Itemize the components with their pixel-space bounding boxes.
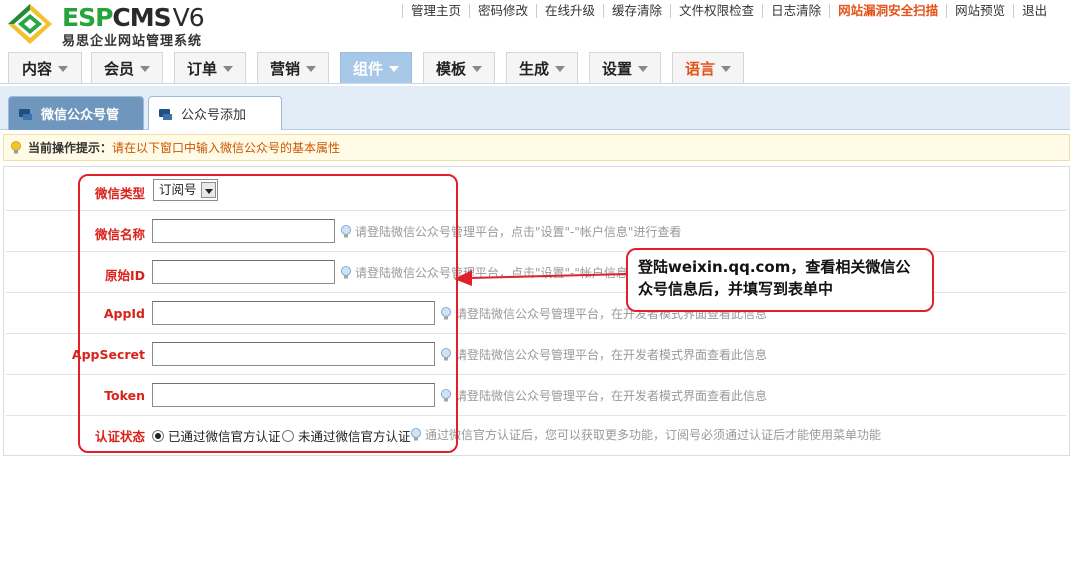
operation-hint: 当前操作提示： 请在以下窗口中输入微信公众号的基本属性: [3, 134, 1070, 161]
logo-brand-b: CMS: [112, 3, 171, 32]
window-icon: [159, 108, 173, 120]
arrow-left-icon: [454, 270, 628, 286]
link-file-permission[interactable]: 文件权限检查: [670, 4, 762, 18]
chevron-down-icon: [389, 66, 399, 72]
tip-text: 通过微信官方认证后，您可以获取更多功能，订阅号必须通过认证后才能使用菜单功能: [425, 428, 882, 442]
link-online-upgrade[interactable]: 在线升级: [536, 4, 603, 18]
nav-tab-label: 营销: [269, 59, 300, 78]
logo: ESPCMSV6 易思企业网站管理系统: [4, 2, 224, 49]
nav-tab-label: 会员: [103, 59, 134, 78]
hint-label: 当前操作提示：: [28, 141, 113, 155]
nav-tab-components[interactable]: 组件: [340, 52, 412, 83]
chevron-down-icon: [140, 66, 150, 72]
header: ESPCMSV6 易思企业网站管理系统 管理主页 密码修改 在线升级 缓存清除 …: [0, 0, 1070, 49]
hint-text: 请在以下窗口中输入微信公众号的基本属性: [112, 141, 341, 155]
tip-text: 请登陆微信公众号管理平台，在开发者模式界面查看此信息: [455, 348, 768, 362]
nav-tab-label: 模板: [435, 59, 466, 78]
subtab-wechat-manage[interactable]: 微信公众号管: [8, 96, 144, 130]
nav-tab-settings[interactable]: 设置: [589, 52, 661, 83]
link-admin-home[interactable]: 管理主页: [402, 4, 469, 18]
nav-tab-content[interactable]: 内容: [8, 52, 82, 83]
nav-tab-label: 生成: [518, 59, 549, 78]
lightbulb-icon: [11, 140, 21, 153]
nav-tab-label: 语言: [684, 59, 715, 78]
chevron-down-icon: [721, 66, 731, 72]
nav-tab-label: 设置: [601, 59, 632, 78]
nav-tab-label: 订单: [186, 59, 217, 78]
chevron-down-icon: [306, 66, 316, 72]
chevron-down-icon: [58, 66, 68, 72]
logo-title: ESPCMSV6: [62, 3, 205, 33]
auth-tip: 通过微信官方认证后，您可以获取更多功能，订阅号必须通过认证后才能使用菜单功能: [410, 426, 881, 443]
subtab-label: 微信公众号管: [41, 108, 120, 123]
nav-tab-language[interactable]: 语言: [672, 52, 744, 83]
link-clear-cache[interactable]: 缓存清除: [603, 4, 670, 18]
nav-tab-templates[interactable]: 模板: [423, 52, 495, 83]
nav-tab-label: 内容: [21, 59, 52, 78]
logo-subtitle: 易思企业网站管理系统: [62, 34, 203, 49]
appsecret-tip: 请登陆微信公众号管理平台，在开发者模式界面查看此信息: [440, 346, 767, 363]
main-nav: 内容 会员 订单 营销 组件 模板 生成 设置 语言: [0, 50, 1070, 84]
nav-tab-label: 组件: [352, 59, 383, 78]
link-clear-log[interactable]: 日志清除: [762, 4, 829, 18]
link-security-scan[interactable]: 网站漏洞安全扫描: [829, 4, 946, 18]
nav-tab-generate[interactable]: 生成: [506, 52, 578, 83]
nav-tab-members[interactable]: 会员: [91, 52, 163, 83]
chevron-down-icon: [555, 66, 565, 72]
logo-version: V6: [172, 3, 205, 32]
token-tip: 请登陆微信公众号管理平台，在开发者模式界面查看此信息: [440, 387, 767, 404]
nav-tab-orders[interactable]: 订单: [174, 52, 246, 83]
window-icon: [19, 108, 33, 120]
top-links: 管理主页 密码修改 在线升级 缓存清除 文件权限检查 日志清除 网站漏洞安全扫描…: [402, 0, 1055, 22]
espcms-logo-icon: [8, 4, 52, 44]
link-change-password[interactable]: 密码修改: [469, 4, 536, 18]
highlight-box: [78, 174, 458, 453]
subtab-account-add[interactable]: 公众号添加: [148, 96, 282, 130]
tip-text: 请登陆微信公众号管理平台，在开发者模式界面查看此信息: [455, 389, 768, 403]
callout-line-2: 众号信息后，并填写到表单中: [638, 280, 834, 298]
link-logout[interactable]: 退出: [1013, 4, 1055, 18]
chevron-down-icon: [638, 66, 648, 72]
logo-brand-a: ESP: [62, 3, 113, 32]
subtab-label: 公众号添加: [181, 108, 247, 123]
chevron-down-icon: [223, 66, 233, 72]
callout-line-1: 登陆weixin.qq.com，查看相关微信公: [638, 258, 911, 276]
link-site-preview[interactable]: 网站预览: [946, 4, 1013, 18]
nav-tab-marketing[interactable]: 营销: [257, 52, 329, 83]
sub-tab-bar: 微信公众号管 公众号添加: [0, 86, 1070, 130]
chevron-down-icon: [472, 66, 482, 72]
annotation-callout: 登陆weixin.qq.com，查看相关微信公 众号信息后，并填写到表单中: [626, 248, 934, 312]
